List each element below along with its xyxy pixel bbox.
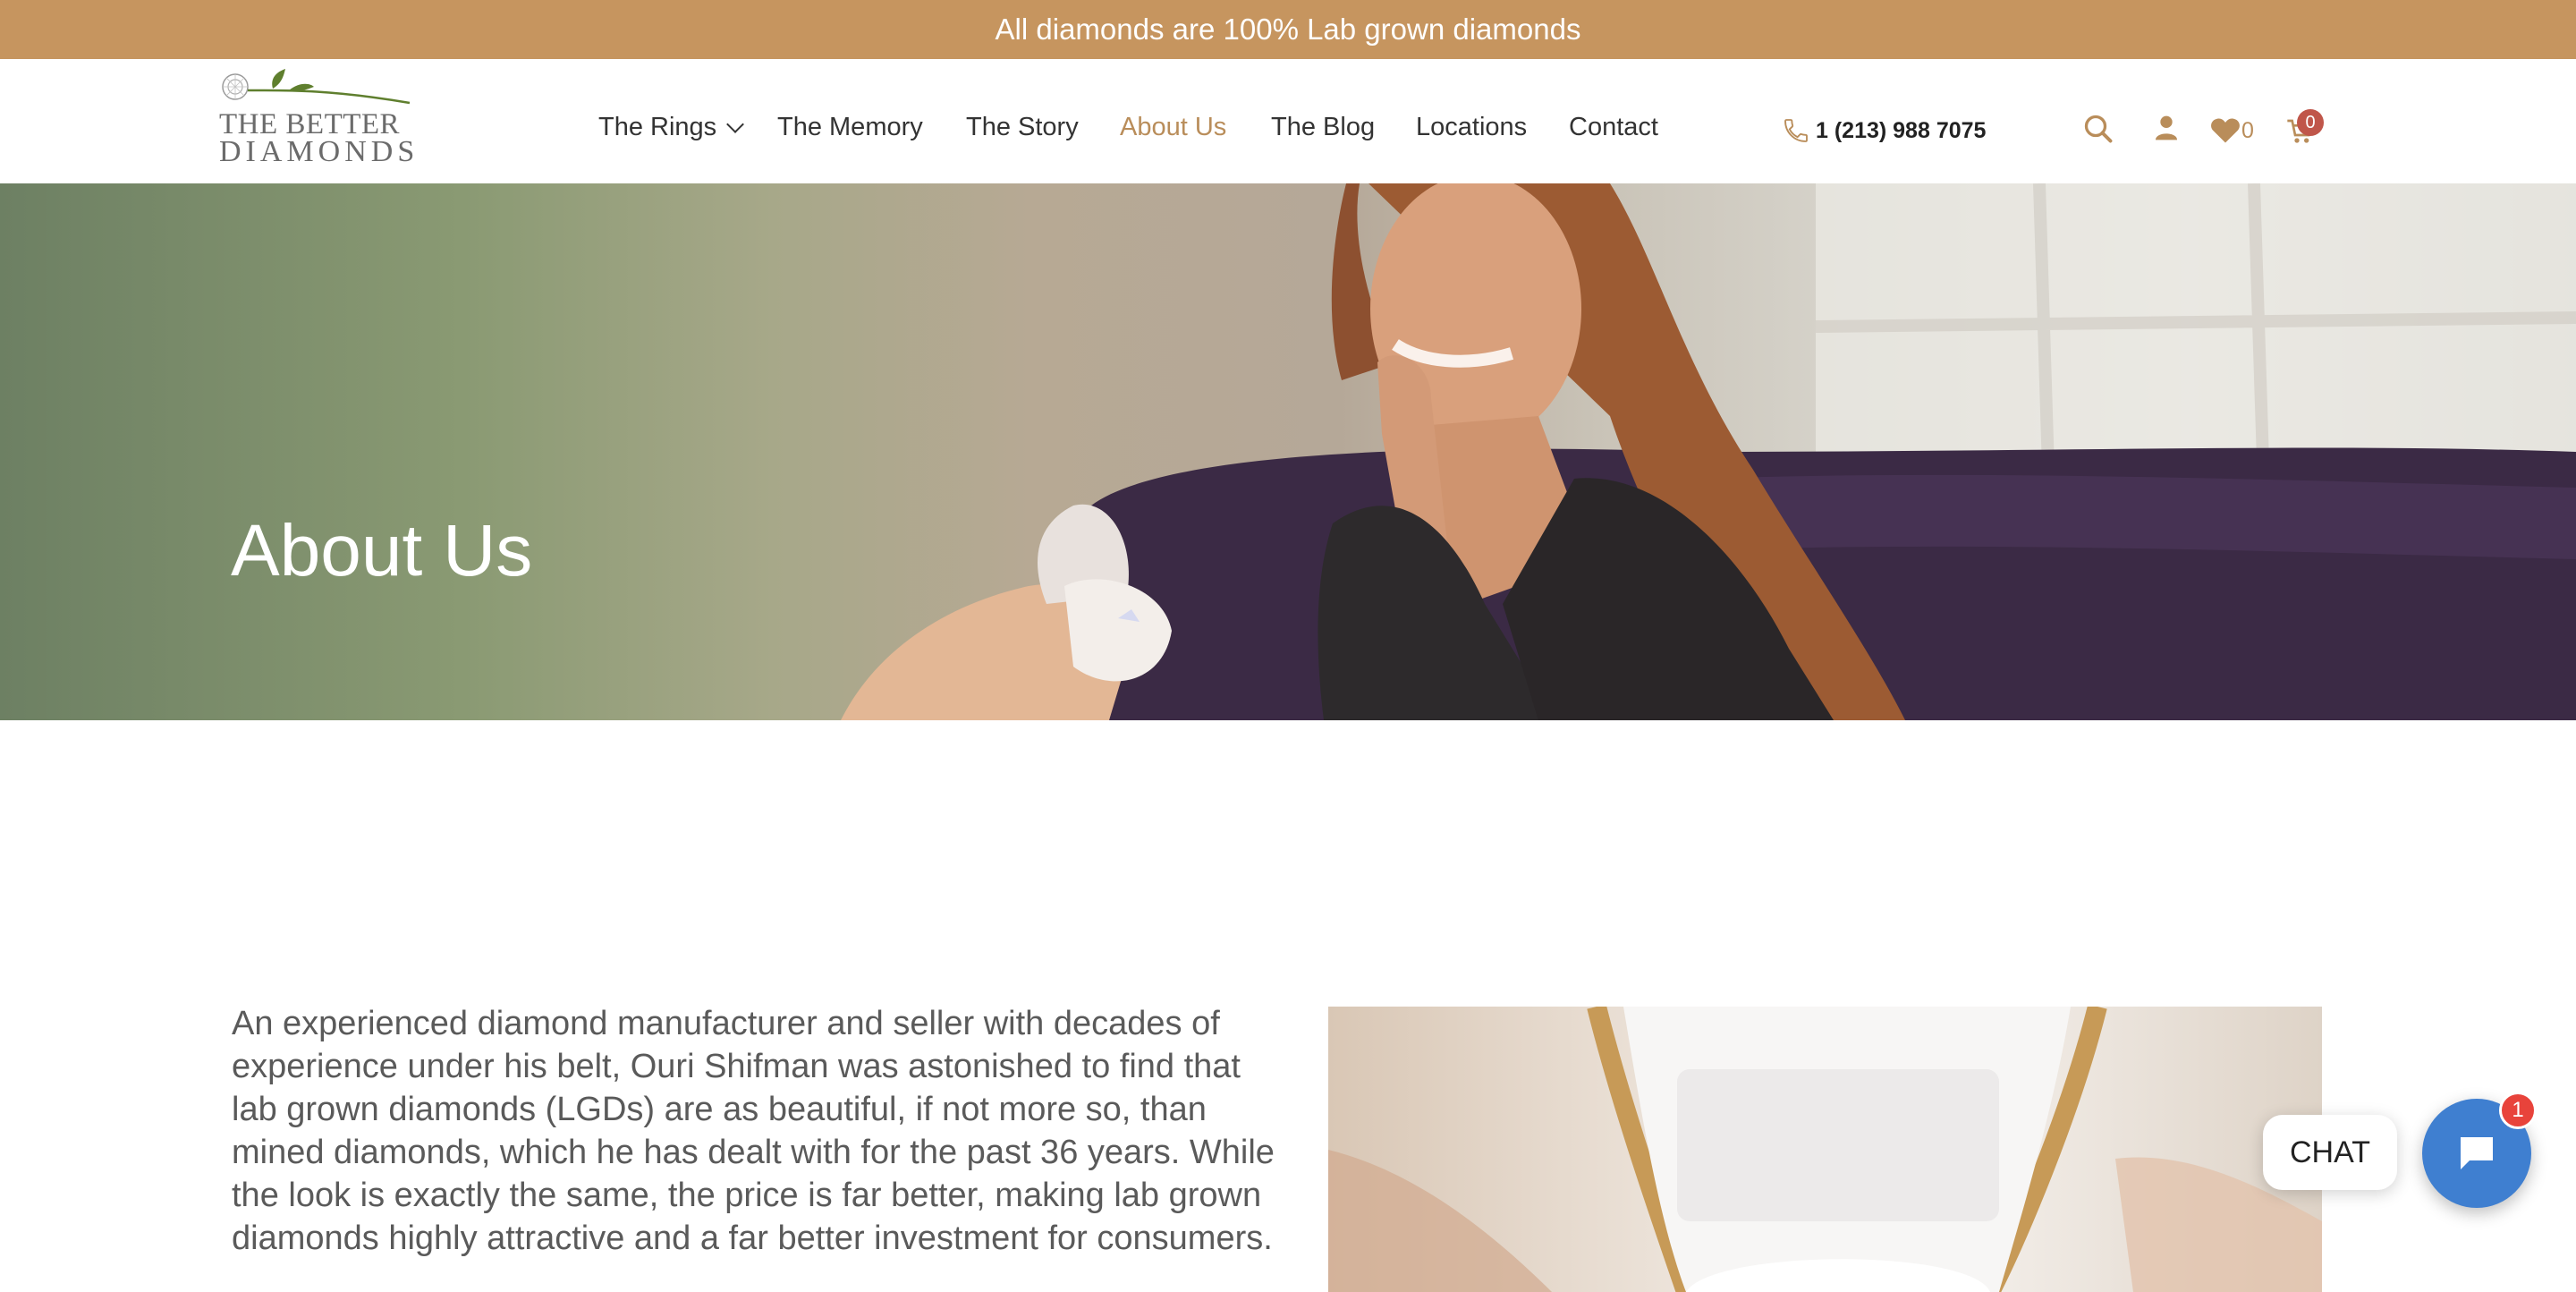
phone-link[interactable]: 1 (213) 988 7075 <box>1782 116 1986 145</box>
search-icon[interactable] <box>2082 113 2114 149</box>
heart-icon[interactable] <box>2209 115 2241 149</box>
nav-item-label: The Memory <box>777 113 923 141</box>
nav-item-label: The Blog <box>1271 113 1376 141</box>
hero-banner: About Us <box>0 183 2576 720</box>
chat-icon <box>2461 1137 2493 1169</box>
nav-item-label: About Us <box>1120 113 1227 141</box>
nav-item-the-story[interactable]: The Story <box>966 113 1079 142</box>
nav-item-label: The Rings <box>598 113 717 141</box>
nav-item-label: The Story <box>966 113 1079 141</box>
logo-line-2: DIAMONDS <box>219 135 419 168</box>
site-header: THE BETTER DIAMONDS The Rings The Memory… <box>0 59 2576 184</box>
announcement-bar: All diamonds are 100% Lab grown diamonds <box>0 0 2576 59</box>
nav-item-label: Contact <box>1569 113 1658 141</box>
user-icon[interactable] <box>2152 113 2181 148</box>
chat-label-text: CHAT <box>2289 1135 2371 1169</box>
logo[interactable]: THE BETTER DIAMONDS <box>217 64 414 169</box>
logo-rose-icon <box>222 69 411 105</box>
nav-item-about-us[interactable]: About Us <box>1120 113 1226 142</box>
page-title: About Us <box>231 510 533 591</box>
hero-photo <box>841 183 2576 720</box>
announcement-text: All diamonds are 100% Lab grown diamonds <box>995 13 1581 46</box>
chat-label-button[interactable]: CHAT <box>2263 1115 2397 1190</box>
cart-count-badge: 0 <box>2297 109 2324 136</box>
phone-icon <box>1784 119 1808 142</box>
chat-unread-badge: 1 <box>2499 1092 2537 1129</box>
nav-item-the-memory[interactable]: The Memory <box>777 113 923 142</box>
wishlist-count: 0 <box>2241 118 2254 143</box>
nav-item-contact[interactable]: Contact <box>1569 113 1658 142</box>
nav-item-the-blog[interactable]: The Blog <box>1271 113 1375 142</box>
ring-box-photo <box>1328 1007 2322 1292</box>
phone-number: 1 (213) 988 7075 <box>1816 117 1987 143</box>
nav-item-the-rings[interactable]: The Rings <box>598 113 745 142</box>
nav-item-locations[interactable]: Locations <box>1416 113 1527 142</box>
chevron-down-icon <box>726 115 745 133</box>
nav-item-label: Locations <box>1416 113 1528 141</box>
about-paragraph: An experienced diamond manufacturer and … <box>232 1005 1275 1257</box>
